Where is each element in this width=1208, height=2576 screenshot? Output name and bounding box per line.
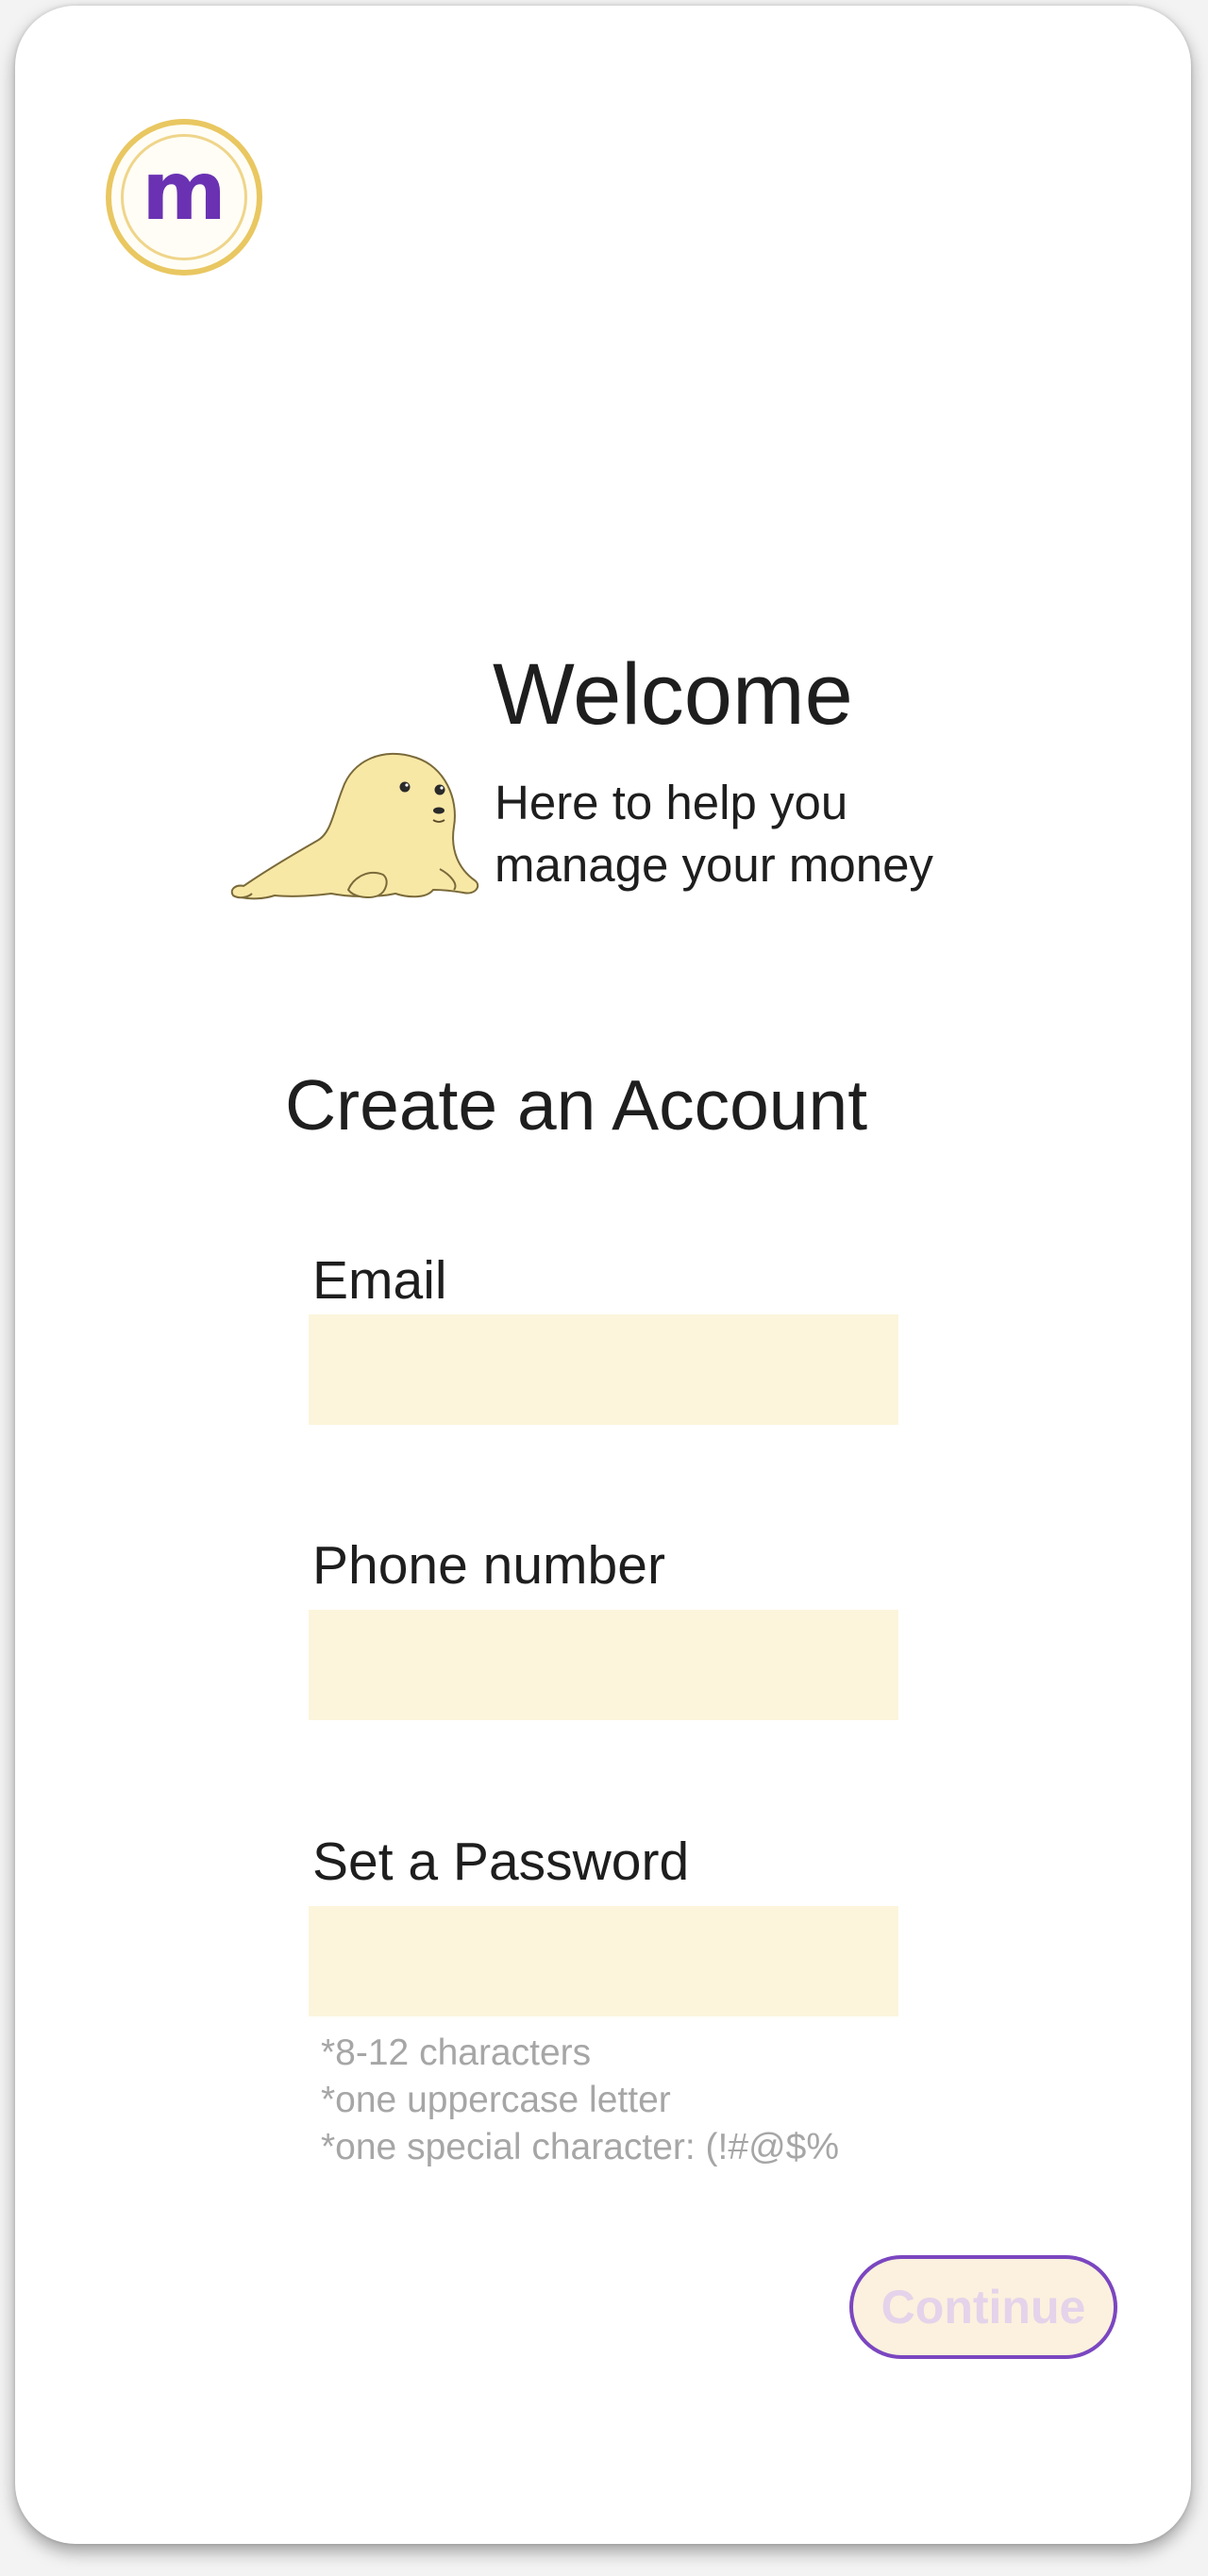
password-label: Set a Password	[312, 1832, 690, 1892]
phone-field[interactable]	[309, 1610, 898, 1720]
logo-ring: m	[121, 134, 247, 260]
phone-label: Phone number	[312, 1535, 665, 1596]
password-field[interactable]	[309, 1906, 898, 2016]
app-screen: m Welcome Here to help you manage your m…	[15, 6, 1191, 2544]
welcome-title: Welcome	[493, 646, 853, 743]
baby-seal-icon	[230, 752, 479, 900]
welcome-subtitle: Here to help you manage your money	[495, 772, 933, 896]
password-requirements: *8-12 characters *one uppercase letter *…	[321, 2030, 839, 2171]
welcome-subtitle-line: Here to help you	[495, 776, 848, 829]
continue-button[interactable]: Continue	[849, 2255, 1117, 2359]
password-hint: *one special character: (!#@$%	[321, 2127, 840, 2167]
email-label: Email	[312, 1250, 447, 1311]
password-hint: *8-12 characters	[321, 2032, 592, 2073]
password-hint: *one uppercase letter	[321, 2080, 671, 2120]
app-logo: m	[106, 119, 262, 276]
email-field[interactable]	[309, 1314, 898, 1425]
welcome-subtitle-line: manage your money	[495, 838, 933, 892]
logo-letter: m	[142, 144, 226, 239]
create-account-title: Create an Account	[285, 1065, 868, 1145]
